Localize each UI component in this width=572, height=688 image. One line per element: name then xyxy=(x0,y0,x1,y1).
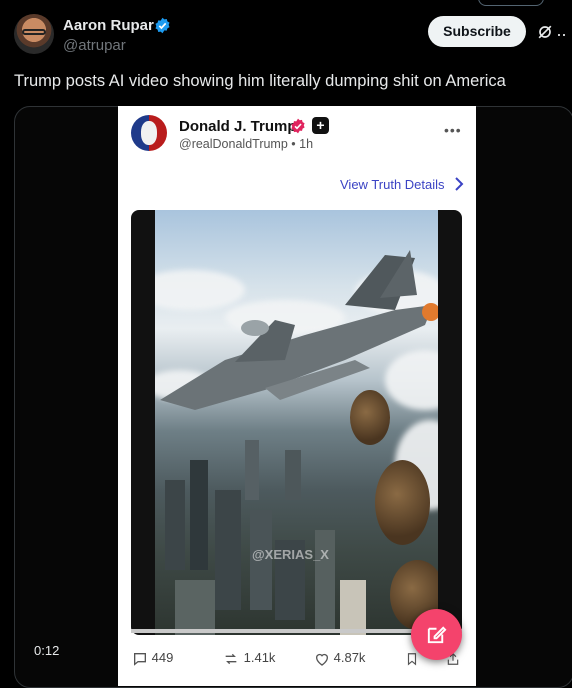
plus-badge-icon: + xyxy=(312,117,329,134)
reply-count: 449 xyxy=(151,650,174,665)
video-frame xyxy=(131,210,462,635)
verified-icon xyxy=(155,17,170,34)
more-icon: ••• xyxy=(444,122,462,138)
verified-icon xyxy=(291,118,305,134)
compose-icon xyxy=(427,626,447,644)
author-name[interactable]: Aaron Rupar xyxy=(63,17,154,34)
grok-icon[interactable] xyxy=(535,22,555,42)
reply-action: 449 xyxy=(132,650,173,667)
retruth-action: 1.41k xyxy=(222,650,275,667)
avatar[interactable] xyxy=(14,14,54,54)
embedded-name: Donald J. Trump xyxy=(179,118,297,135)
subscribe-button[interactable]: Subscribe xyxy=(428,16,526,47)
video-time: 0:12 xyxy=(34,643,60,658)
top-pill xyxy=(478,0,544,6)
like-icon xyxy=(316,653,328,666)
like-action: 4.87k xyxy=(314,650,365,667)
more-icon[interactable]: ·· xyxy=(556,24,567,45)
view-truth-details-link: View Truth Details xyxy=(340,177,445,192)
bookmark-icon xyxy=(407,653,417,666)
like-count: 4.87k xyxy=(333,650,366,665)
tweet-text: Trump posts AI video showing him literal… xyxy=(14,72,506,90)
video-watermark: @XERIAS_X xyxy=(252,547,329,562)
retruth-icon xyxy=(225,653,237,664)
author-handle[interactable]: @atrupar xyxy=(63,37,126,54)
video-image xyxy=(155,210,438,635)
embedded-avatar xyxy=(131,115,167,151)
chevron-right-icon xyxy=(455,177,464,191)
retruth-count: 1.41k xyxy=(243,650,276,665)
reply-icon xyxy=(134,652,146,666)
embedded-handle-time: @realDonaldTrump • 1h xyxy=(179,137,314,151)
compose-button[interactable] xyxy=(411,609,462,660)
